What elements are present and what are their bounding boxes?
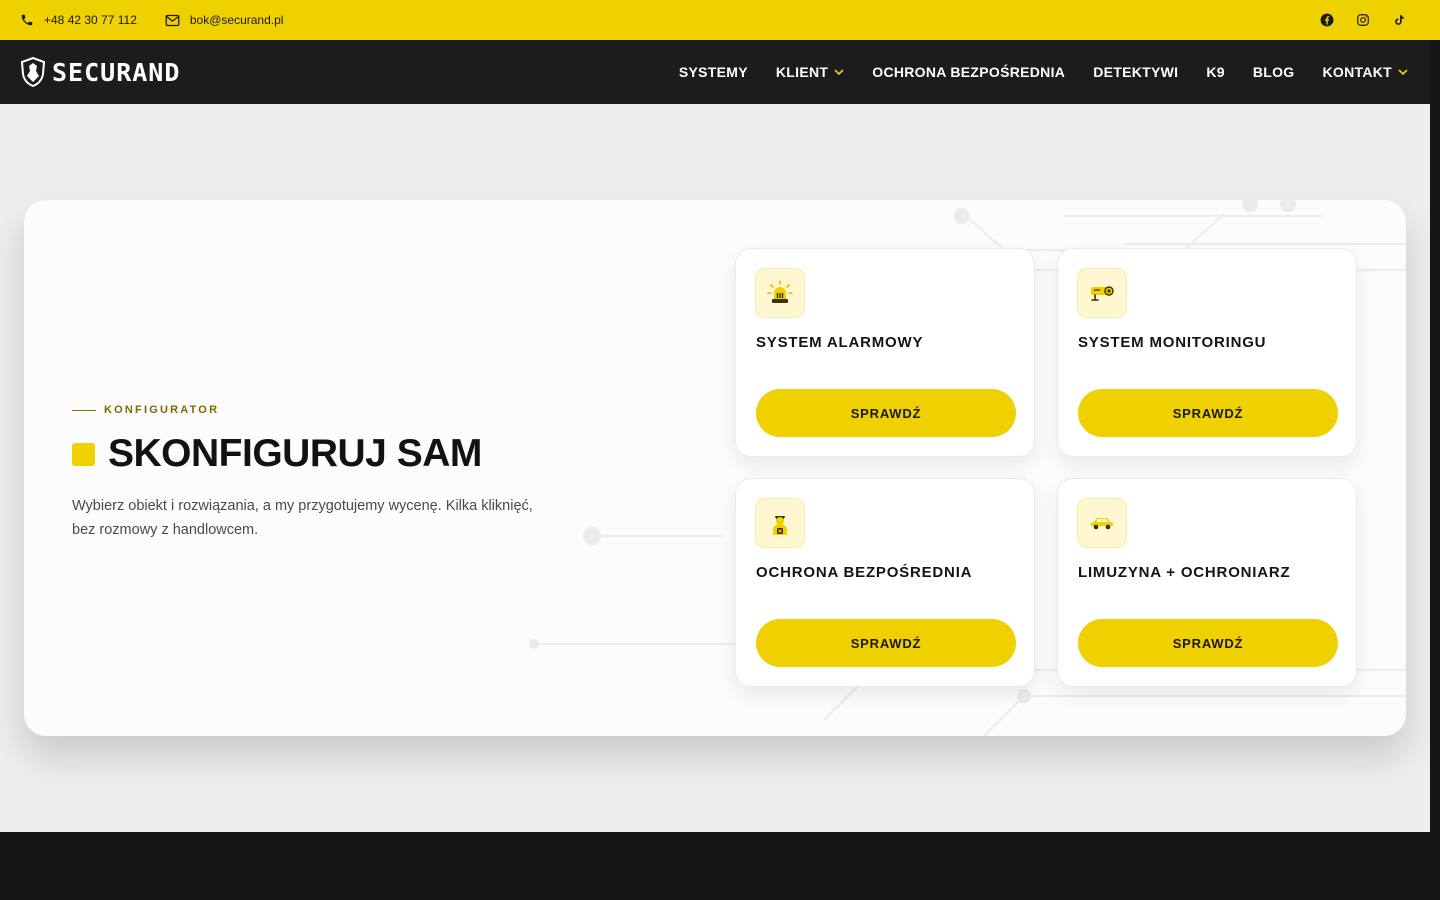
- option-card-system-monitoringu[interactable]: SYSTEM MONITORINGU SPRAWDŹ: [1057, 248, 1357, 457]
- option-card-limuzyna-ochroniarz[interactable]: LIMUZYNA + OCHRONIARZ SPRAWDŹ: [1057, 478, 1357, 687]
- hero-section: KONFIGURATOR SKONFIGURUJ SAM Wybierz obi…: [0, 104, 1430, 832]
- footer-section: [0, 832, 1430, 900]
- section-heading: SKONFIGURUJ SAM: [72, 432, 482, 476]
- option-card-ochrona-bezposrednia[interactable]: OCHRONA BEZPOŚREDNIA SPRAWDŹ: [735, 478, 1035, 687]
- instagram-icon[interactable]: [1354, 11, 1372, 29]
- accent-square: [72, 442, 95, 466]
- check-button[interactable]: SPRAWDŹ: [756, 389, 1016, 437]
- email-address[interactable]: bok@securand.pl: [190, 13, 284, 27]
- eyebrow-line: [72, 409, 96, 411]
- logo-text: SECURAND: [52, 57, 181, 87]
- phone-number[interactable]: +48 42 30 77 112: [44, 13, 137, 27]
- top-contact-bar: +48 42 30 77 112 bok@securand.pl: [0, 0, 1440, 40]
- nav-item-blog[interactable]: BLOG: [1253, 64, 1295, 80]
- nav-item-ochrona-bezposrednia[interactable]: OCHRONA BEZPOŚREDNIA: [872, 64, 1065, 80]
- phone-icon: [21, 14, 33, 26]
- option-title: SYSTEM ALARMOWY: [756, 334, 924, 351]
- option-title: OCHRONA BEZPOŚREDNIA: [756, 564, 973, 581]
- social-links: [1318, 11, 1420, 29]
- mail-icon: [165, 14, 180, 26]
- limousine-icon: [1077, 498, 1127, 548]
- alarm-siren-icon: [755, 268, 805, 318]
- nav-item-detektywi[interactable]: DETEKTYWI: [1093, 64, 1178, 80]
- page-title: SKONFIGURUJ SAM: [108, 432, 482, 475]
- nav-label: BLOG: [1252, 64, 1295, 80]
- chevron-down-icon: [1398, 69, 1408, 75]
- check-button[interactable]: SPRAWDŹ: [1078, 389, 1338, 437]
- security-guard-icon: [755, 498, 805, 548]
- check-button[interactable]: SPRAWDŹ: [756, 619, 1016, 667]
- cctv-camera-icon: [1077, 268, 1127, 318]
- check-button[interactable]: SPRAWDŹ: [1078, 619, 1338, 667]
- facebook-icon[interactable]: [1318, 11, 1336, 29]
- main-navbar: SECURAND SYSTEMY KLIENT OCHRONA BEZPOŚRE…: [0, 40, 1430, 104]
- nav-label: OCHRONA BEZPOŚREDNIA: [872, 64, 1066, 80]
- section-eyebrow: KONFIGURATOR: [72, 404, 219, 416]
- option-card-system-alarmowy[interactable]: SYSTEM ALARMOWY SPRAWDŹ: [735, 248, 1035, 457]
- nav-label: K9: [1206, 64, 1225, 80]
- main-nav: SYSTEMY KLIENT OCHRONA BEZPOŚREDNIA DETE…: [651, 64, 1410, 80]
- shield-logo-icon: [20, 57, 46, 87]
- option-title: LIMUZYNA + OCHRONIARZ: [1078, 564, 1291, 581]
- nav-label: KONTAKT: [1322, 64, 1392, 80]
- nav-label: DETEKTYWI: [1093, 64, 1179, 80]
- chevron-down-icon: [834, 69, 844, 75]
- eyebrow-label: KONFIGURATOR: [104, 404, 220, 416]
- nav-item-k9[interactable]: K9: [1206, 64, 1225, 80]
- section-description: Wybierz obiekt i rozwiązania, a my przyg…: [72, 498, 533, 538]
- nav-label: KLIENT: [775, 64, 829, 80]
- configurator-panel: KONFIGURATOR SKONFIGURUJ SAM Wybierz obi…: [24, 200, 1406, 736]
- logo[interactable]: SECURAND: [20, 57, 180, 87]
- nav-item-kontakt[interactable]: KONTAKT: [1323, 64, 1409, 80]
- phone-contact[interactable]: +48 42 30 77 112: [20, 13, 137, 27]
- nav-item-systemy[interactable]: SYSTEMY: [679, 64, 748, 80]
- page-scrollbar[interactable]: [1430, 40, 1440, 900]
- email-contact[interactable]: bok@securand.pl: [165, 13, 284, 27]
- option-title: SYSTEM MONITORINGU: [1078, 334, 1267, 351]
- tiktok-icon[interactable]: [1390, 11, 1408, 29]
- nav-label: SYSTEMY: [678, 64, 748, 80]
- nav-item-klient[interactable]: KLIENT: [776, 64, 844, 80]
